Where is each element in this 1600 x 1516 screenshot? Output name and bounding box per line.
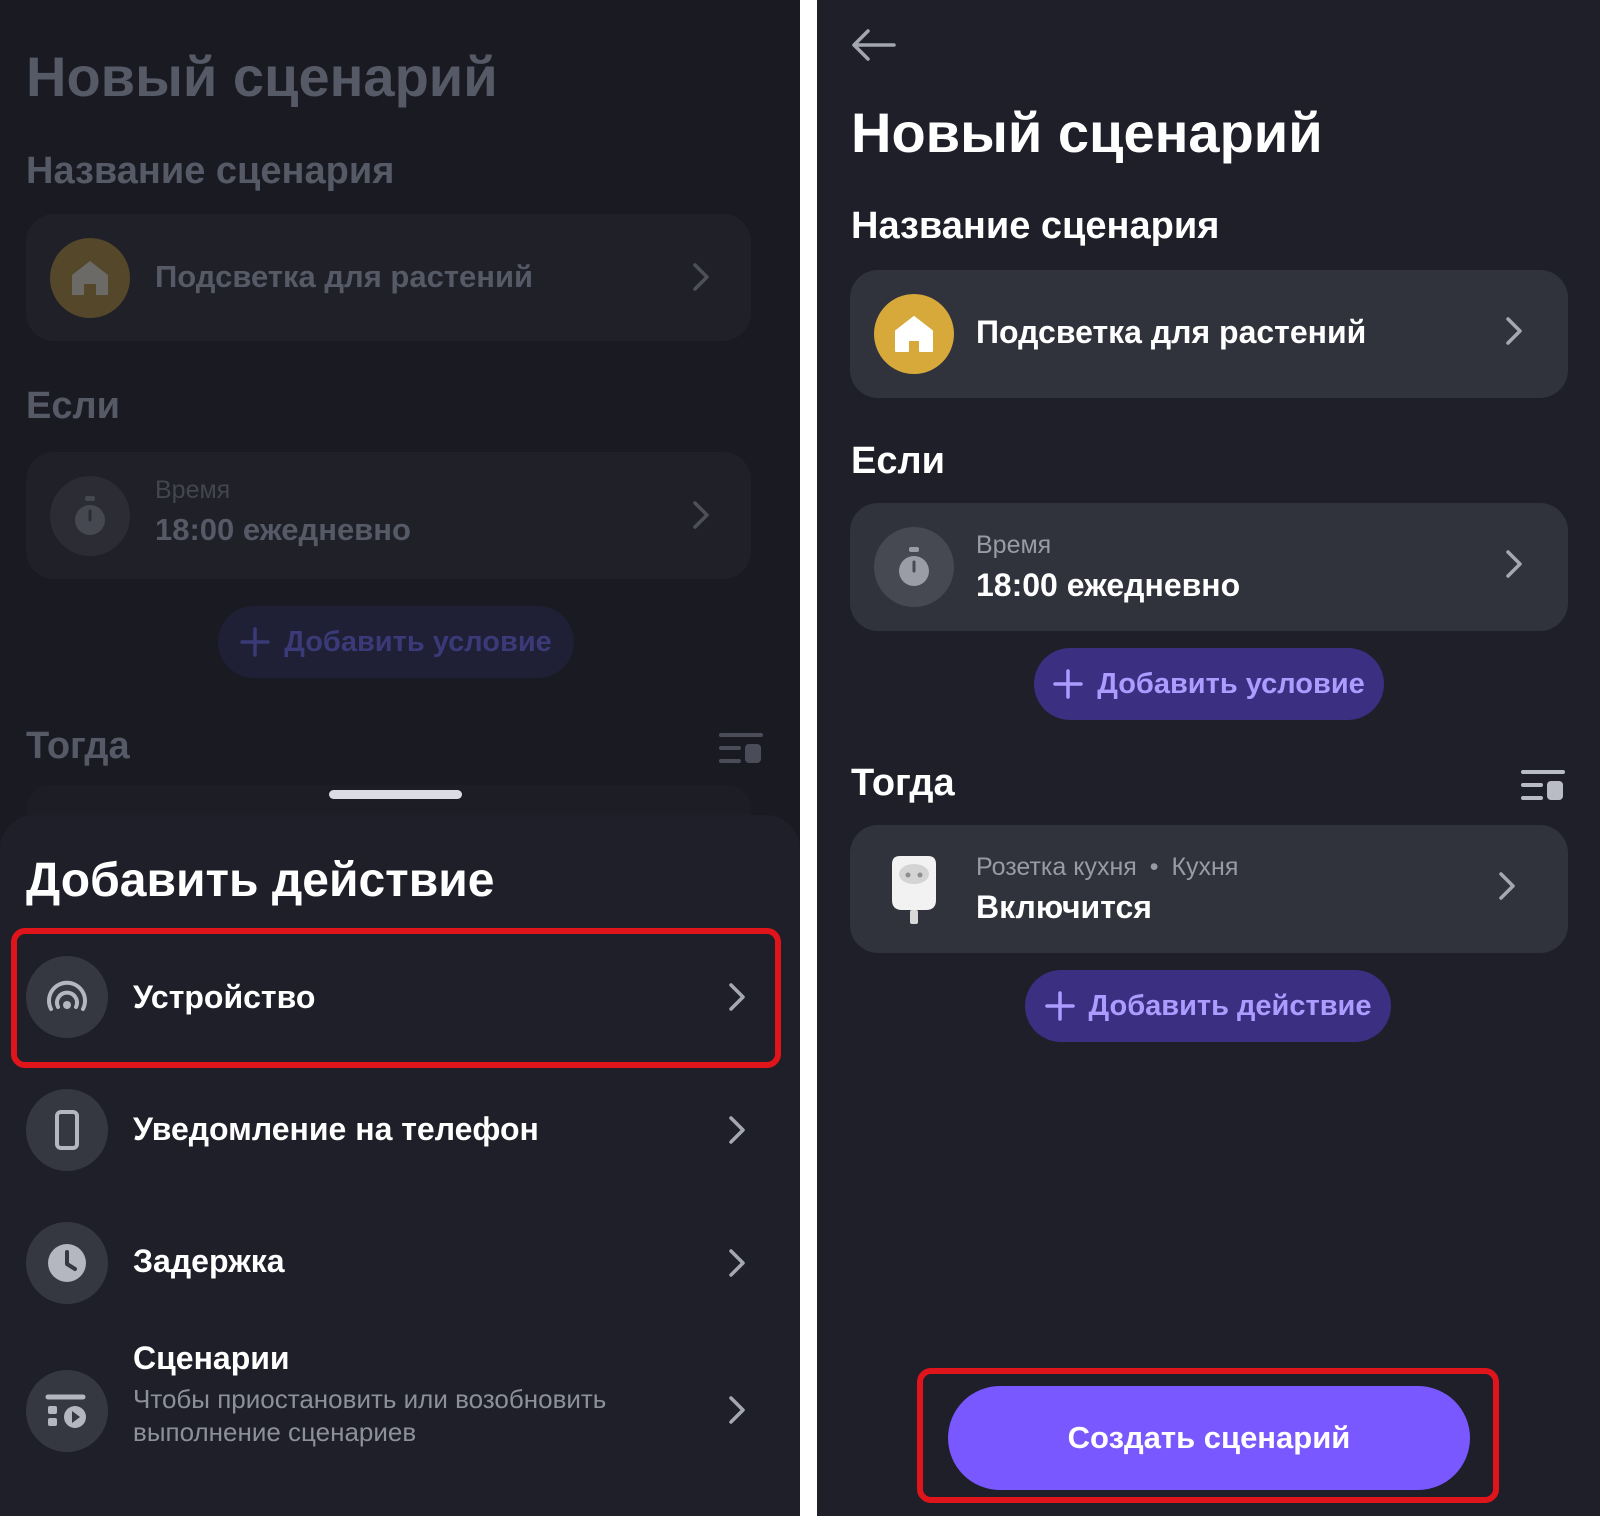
scenario-name-heading-dimmed: Название сценария [26, 150, 395, 192]
add-condition-label-dimmed: Добавить условие [284, 625, 552, 658]
sheet-item-label: Задержка [133, 1243, 285, 1279]
condition-caption: Время [976, 531, 1052, 559]
home-icon [50, 238, 130, 318]
if-heading-dimmed: Если [26, 385, 120, 427]
action-state: Включится [976, 889, 1152, 925]
condition-caption-dimmed: Время [155, 476, 231, 504]
page-title-dimmed: Новый сценарий [26, 45, 498, 108]
chevron-right-icon [728, 1395, 746, 1430]
chevron-right-icon [728, 1115, 746, 1150]
plus-icon [240, 627, 270, 657]
create-scenario-button[interactable]: Создать сценарий [948, 1386, 1470, 1490]
scenario-name-value-dimmed: Подсветка для растений [155, 259, 534, 294]
condition-card-dimmed: Время 18:00 ежедневно [26, 452, 751, 579]
add-condition-button-dimmed: Добавить условие [218, 606, 574, 678]
if-heading: Если [851, 440, 945, 482]
action-card[interactable]: Розетка кухня • Кухня Включится [850, 825, 1568, 953]
chevron-right-icon [692, 500, 710, 535]
sheet-item-phone-notification[interactable]: Уведомление на телефон [0, 1065, 800, 1195]
smart-plug-icon [874, 849, 954, 929]
scenario-name-value: Подсветка для растений [976, 314, 1367, 350]
chevron-right-icon [1505, 316, 1523, 351]
chevron-right-icon [692, 262, 710, 297]
then-heading: Тогда [851, 762, 955, 804]
smart-home-device-icon [26, 956, 108, 1038]
right-screen: Новый сценарий Название сценария Подсвет… [817, 0, 1600, 1516]
sheet-item-subtitle: Чтобы приостановить или возобновить выпо… [133, 1384, 607, 1447]
chevron-right-icon [728, 1248, 746, 1283]
chevron-right-icon [1505, 549, 1523, 584]
scenario-name-card-dimmed: Подсветка для растений [26, 214, 751, 341]
then-heading-dimmed: Тогда [26, 725, 130, 767]
add-condition-button[interactable]: Добавить условие [1034, 648, 1384, 720]
sheet-item-label: Уведомление на телефон [133, 1111, 539, 1147]
create-scenario-label: Создать сценарий [1067, 1420, 1351, 1455]
page-title: Новый сценарий [851, 101, 1323, 164]
plus-icon [1053, 669, 1083, 699]
home-icon [874, 294, 954, 374]
sheet-item-label: Устройство [133, 979, 316, 1015]
scenario-name-card[interactable]: Подсветка для растений [850, 270, 1568, 398]
sheet-grabber[interactable] [329, 790, 462, 799]
sheet-item-scenarios[interactable]: Сценарии Чтобы приостановить или возобно… [0, 1340, 800, 1490]
stopwatch-icon [50, 476, 130, 556]
back-arrow-icon[interactable] [850, 28, 896, 67]
sort-list-icon [719, 731, 763, 770]
plus-icon [1044, 991, 1075, 1021]
condition-value-dimmed: 18:00 ежедневно [155, 512, 411, 547]
sheet-item-label: Сценарии [133, 1340, 290, 1376]
sort-list-icon[interactable] [1521, 768, 1565, 807]
phone-icon [26, 1089, 108, 1171]
left-screen: Новый сценарий Название сценария Подсвет… [0, 0, 800, 1516]
condition-value: 18:00 ежедневно [976, 567, 1241, 603]
stopwatch-icon [874, 527, 954, 607]
sheet-title: Добавить действие [26, 854, 495, 907]
sheet-item-device[interactable]: Устройство [0, 932, 800, 1062]
scenario-name-heading: Название сценария [851, 205, 1220, 247]
chevron-right-icon [728, 982, 746, 1017]
add-action-label: Добавить действие [1088, 989, 1372, 1022]
action-device-line: Розетка кухня • Кухня [976, 853, 1238, 882]
condition-card[interactable]: Время 18:00 ежедневно [850, 503, 1568, 631]
sheet-item-delay[interactable]: Задержка [0, 1198, 800, 1328]
action-room-name: Кухня [1171, 853, 1239, 881]
action-separator: • [1149, 853, 1159, 881]
clock-icon [26, 1222, 108, 1304]
add-condition-label: Добавить условие [1097, 667, 1365, 700]
add-action-button[interactable]: Добавить действие [1025, 970, 1391, 1042]
scenarios-icon [26, 1370, 108, 1452]
action-device-name: Розетка кухня [976, 853, 1137, 881]
chevron-right-icon [1498, 871, 1516, 906]
